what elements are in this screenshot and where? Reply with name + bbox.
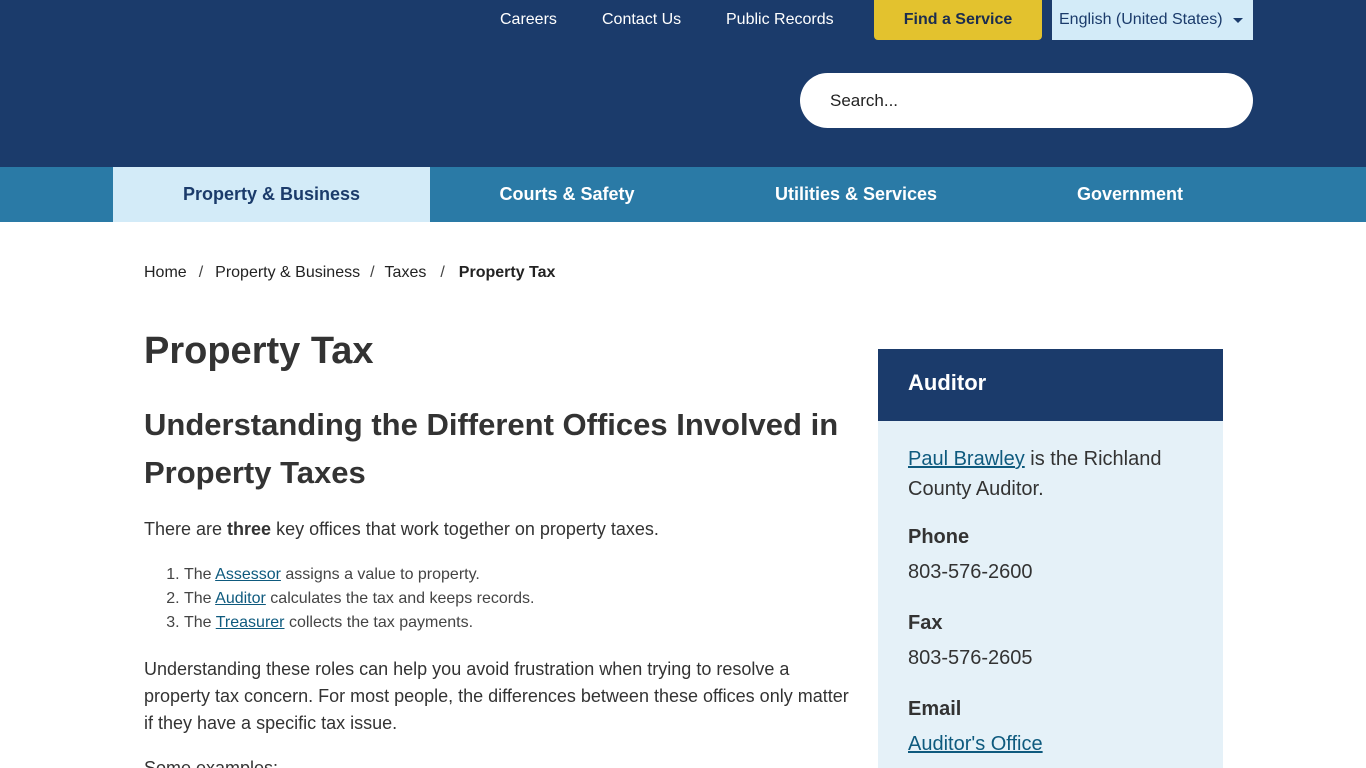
breadcrumb-taxes[interactable]: Taxes xyxy=(385,264,427,281)
list-item: The Assessor assigns a value to property… xyxy=(184,565,534,589)
roles-paragraph: Understanding these roles can help you a… xyxy=(144,659,849,733)
auditor-name-link[interactable]: Paul Brawley xyxy=(908,448,1025,470)
utility-bar: Careers Contact Us Public Records Find a… xyxy=(0,0,1366,40)
contact-us-link[interactable]: Contact Us xyxy=(602,0,681,40)
language-select[interactable]: English (United States) xyxy=(1052,0,1253,40)
breadcrumb-separator: / xyxy=(440,264,445,281)
page-title: Property Tax xyxy=(144,330,374,372)
breadcrumb: Home / Property & Business / Taxes / Property … xyxy=(144,264,555,282)
auditors-office-email-link[interactable]: Auditor's Office xyxy=(908,733,1043,755)
breadcrumb-current: Property Tax xyxy=(458,264,556,281)
list-item: The Auditor calculates the tax and keeps… xyxy=(184,589,534,613)
nav-item-property-business[interactable]: Property & Business xyxy=(113,167,430,222)
breadcrumb-property-business[interactable]: Property & Business xyxy=(215,264,360,281)
breadcrumb-home[interactable]: Home xyxy=(144,264,187,281)
sidebar-title: Auditor xyxy=(878,349,1223,421)
email-value: Auditor's Office xyxy=(908,733,1043,756)
fax-label: Fax xyxy=(908,612,943,634)
nav-item-utilities-services[interactable]: Utilities & Services xyxy=(704,167,1008,222)
section-heading: Understanding the Different Offices Invo… xyxy=(144,407,839,490)
offices-list: The Assessor assigns a value to property… xyxy=(184,565,534,637)
auditor-link[interactable]: Auditor xyxy=(215,590,266,607)
breadcrumb-separator: / xyxy=(370,264,375,281)
list-item: The Treasurer collects the tax payments. xyxy=(184,613,534,637)
assessor-link[interactable]: Assessor xyxy=(215,566,281,583)
search-input[interactable] xyxy=(800,73,1253,128)
phone-number: 803-576-2600 xyxy=(908,561,1033,583)
intro-text: There are three key offices that work to… xyxy=(144,519,659,539)
fax-number: 803-576-2605 xyxy=(908,647,1033,669)
chevron-down-icon xyxy=(1233,18,1243,23)
nav-item-courts-safety[interactable]: Courts & Safety xyxy=(430,167,704,222)
careers-link[interactable]: Careers xyxy=(500,0,557,40)
phone-label: Phone xyxy=(908,526,970,548)
treasurer-link[interactable]: Treasurer xyxy=(216,614,285,631)
breadcrumb-separator: / xyxy=(198,264,204,281)
intro-emphasis: three xyxy=(227,519,272,539)
examples-intro: Some examples: xyxy=(144,758,279,768)
public-records-link[interactable]: Public Records xyxy=(726,0,834,40)
email-label: Email xyxy=(908,698,962,720)
nav-item-government[interactable]: Government xyxy=(1008,167,1252,222)
auditor-description: Paul Brawley is the Richland County Audi… xyxy=(908,448,1162,500)
main-navigation: Property & Business Courts & Safety Util… xyxy=(0,167,1366,222)
language-label: English (United States) xyxy=(1059,11,1223,28)
find-a-service-button[interactable]: Find a Service xyxy=(874,0,1042,40)
